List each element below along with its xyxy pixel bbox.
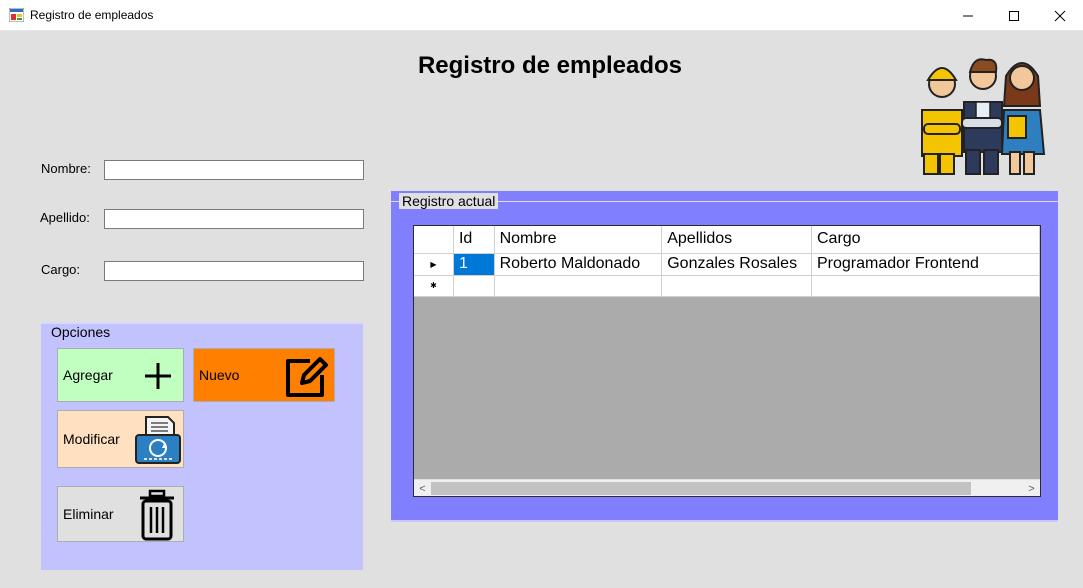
nuevo-label: Nuevo	[199, 367, 240, 383]
apellido-label: Apellido:	[40, 210, 90, 225]
apellido-field[interactable]	[104, 209, 364, 229]
opciones-group: Opciones Agregar Nuevo Modificar Elimina…	[41, 322, 363, 570]
fax-refresh-icon	[135, 416, 181, 464]
employees-group-icon	[921, 58, 1046, 175]
nuevo-button[interactable]: Nuevo	[193, 348, 335, 402]
page-title: Registro de empleados	[417, 52, 683, 79]
modificar-button[interactable]: Modificar	[57, 410, 184, 468]
column-header-nombre[interactable]: Nombre	[494, 226, 663, 254]
cell-nombre[interactable]: Roberto Maldonado	[494, 253, 663, 276]
grid-header-row: Id Nombre Apellidos Cargo	[414, 226, 1040, 254]
maximize-icon	[1009, 10, 1019, 21]
close-icon	[1054, 10, 1066, 21]
cell-cargo[interactable]: Programador Frontend	[811, 253, 1040, 276]
column-header-apellidos[interactable]: Apellidos	[661, 226, 812, 254]
eliminar-button[interactable]: Eliminar	[57, 486, 184, 542]
new-cell-cargo[interactable]	[811, 275, 1040, 297]
scroll-left-button[interactable]: <	[414, 480, 431, 496]
cell-id[interactable]: 1	[453, 253, 495, 276]
app-icon	[9, 8, 24, 22]
column-header-id[interactable]: Id	[453, 226, 495, 254]
row-selector-new[interactable]: ✱	[414, 275, 454, 297]
agregar-button[interactable]: Agregar	[57, 348, 184, 402]
scrollbar-thumb[interactable]	[431, 482, 971, 495]
employees-grid[interactable]: Id Nombre Apellidos Cargo ▶ 1 Roberto Ma…	[413, 225, 1041, 497]
scroll-right-button[interactable]: >	[1023, 480, 1040, 496]
row-header-corner	[414, 226, 454, 254]
maximize-button[interactable]	[991, 0, 1037, 31]
new-cell-apellidos[interactable]	[661, 275, 812, 297]
new-cell-nombre[interactable]	[494, 275, 663, 297]
opciones-legend: Opciones	[49, 324, 113, 340]
plus-icon	[145, 363, 171, 389]
registro-legend: Registro actual	[399, 193, 499, 209]
new-row[interactable]: ✱	[414, 275, 1040, 297]
close-button[interactable]	[1037, 0, 1083, 31]
table-row[interactable]: ▶ 1 Roberto Maldonado Gonzales Rosales P…	[414, 253, 1040, 276]
agregar-label: Agregar	[63, 367, 113, 383]
edit-icon	[286, 357, 328, 397]
minimize-icon	[963, 15, 973, 16]
nombre-field[interactable]	[104, 160, 364, 180]
eliminar-label: Eliminar	[63, 506, 114, 522]
window-title: Registro de empleados	[30, 8, 154, 22]
cell-apellidos[interactable]: Gonzales Rosales	[661, 253, 812, 276]
cargo-field[interactable]	[104, 261, 364, 281]
modificar-label: Modificar	[63, 431, 120, 447]
cargo-label: Cargo:	[41, 262, 81, 277]
new-cell-id[interactable]	[453, 275, 495, 297]
minimize-button[interactable]	[945, 0, 991, 31]
trash-icon	[140, 489, 174, 541]
column-header-cargo[interactable]: Cargo	[811, 226, 1040, 254]
row-selector-current[interactable]: ▶	[414, 253, 454, 276]
horizontal-scrollbar[interactable]: < >	[414, 479, 1040, 496]
title-bar: Registro de empleados	[0, 0, 1083, 31]
nombre-label: Nombre:	[41, 161, 91, 176]
